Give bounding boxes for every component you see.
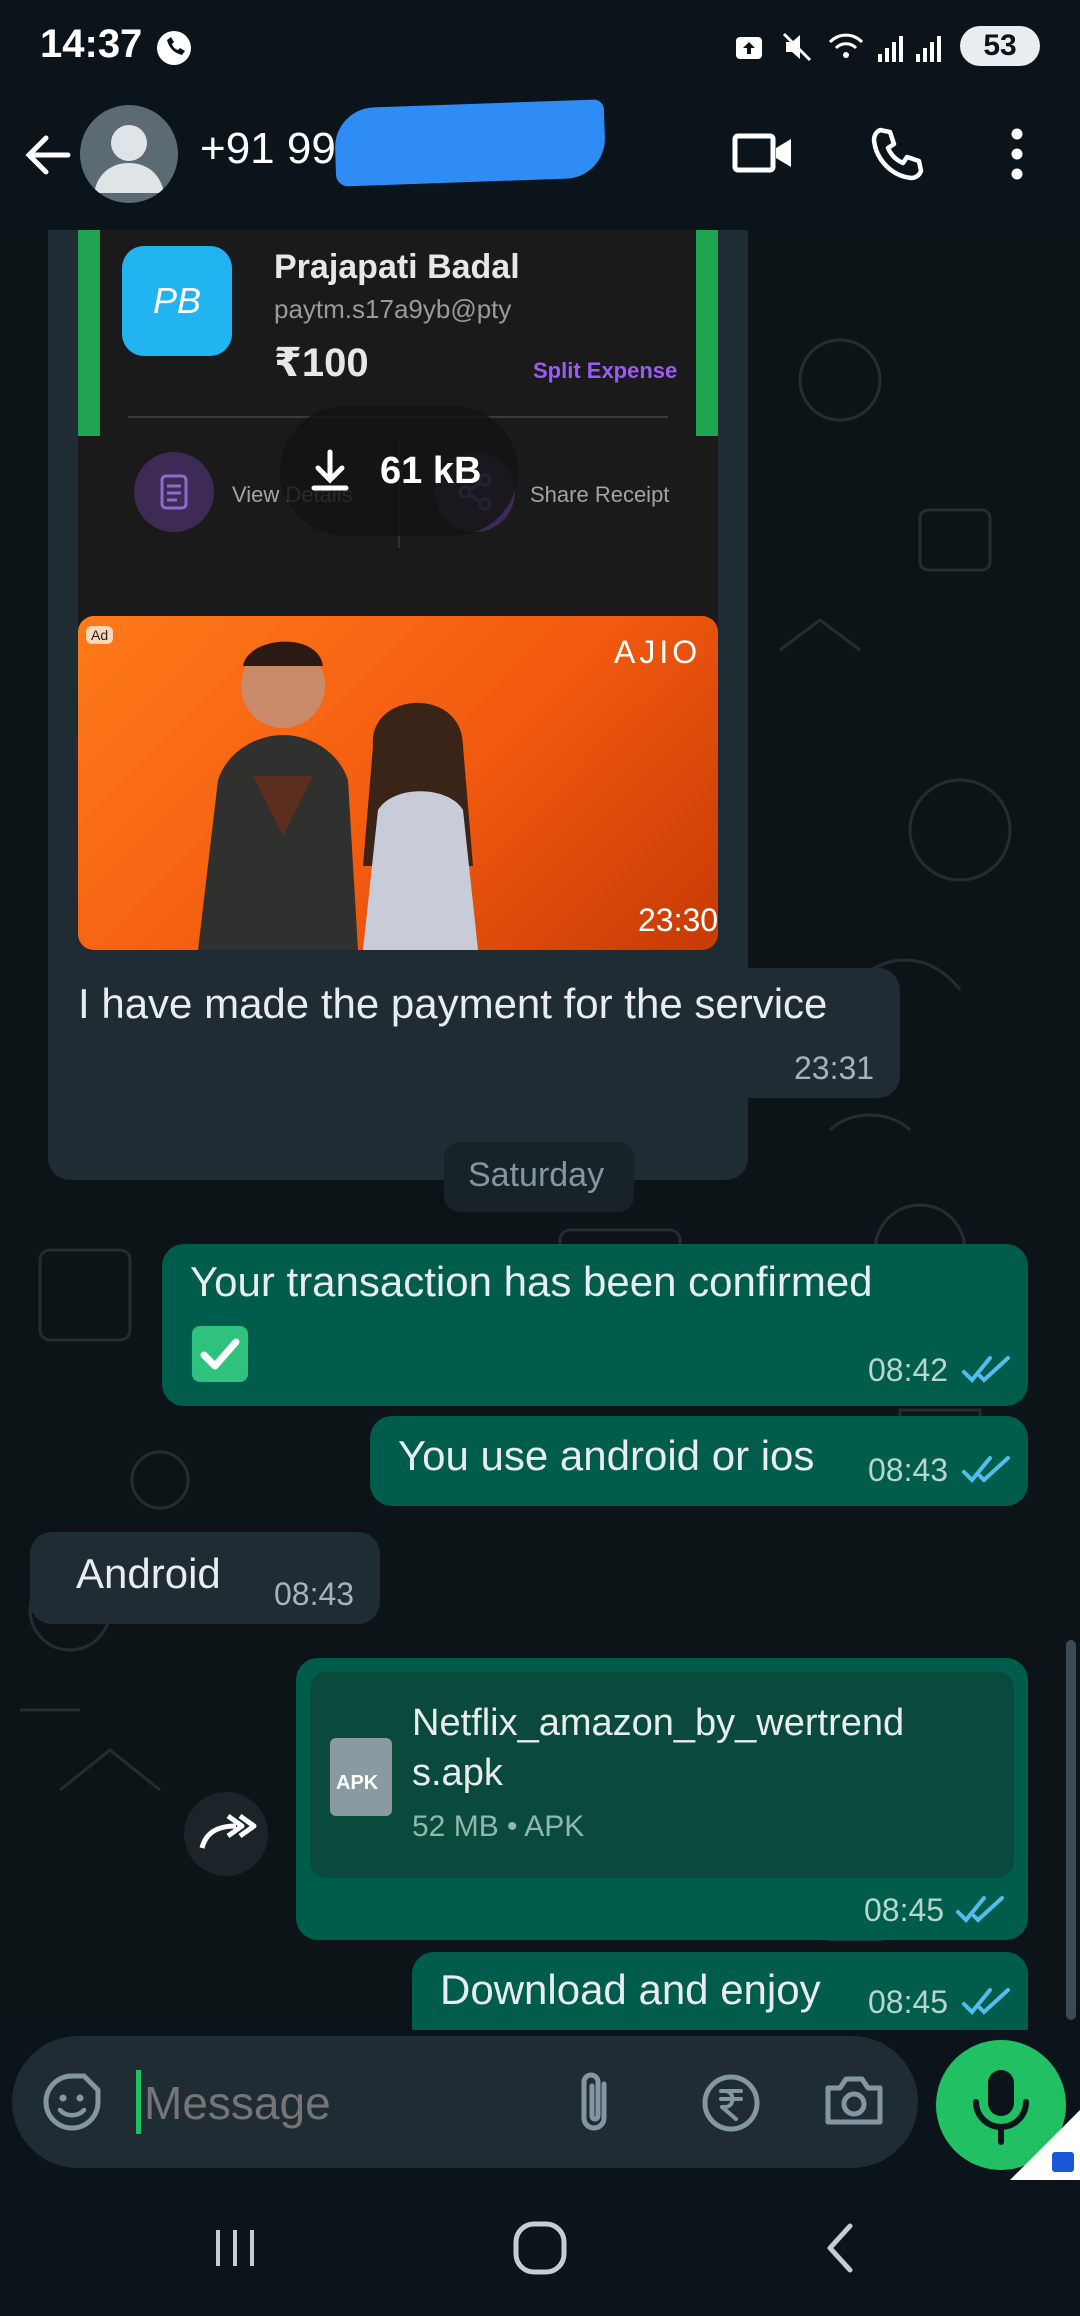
payment-amount: ₹100 [274, 341, 369, 385]
outgoing-message-bubble[interactable]: You use android or ios 08:43 [370, 1416, 1028, 1506]
message-time: 08:45 [864, 1892, 945, 1928]
ad-message-time: 23:30 [638, 902, 718, 938]
page-corner-badge [1010, 2110, 1080, 2180]
redaction-mark [333, 99, 607, 187]
view-details-icon [134, 452, 214, 532]
payee-upi-id: paytm.s17a9yb@pty [274, 294, 512, 324]
outgoing-message-bubble[interactable]: Your transaction has been confirmed 08:4… [162, 1244, 1028, 1406]
attach-icon[interactable] [574, 2068, 618, 2136]
message-time: 23:31 [794, 1050, 875, 1086]
message-time: 08:45 [868, 1984, 949, 2020]
battery-indicator: 53 [960, 26, 1040, 66]
message-text: I have made the payment for the service [78, 980, 828, 1027]
check-mark-emoji [192, 1326, 248, 1382]
message-text: You use android or ios [398, 1432, 815, 1479]
video-call-icon[interactable] [732, 128, 794, 178]
file-name-line1: Netflix_amazon_by_wertrend [412, 1702, 905, 1744]
file-attachment[interactable]: APK Netflix_amazon_by_wertrend s.apk 52 … [310, 1672, 1014, 1878]
receipt-accent-left [78, 230, 100, 436]
forward-button[interactable] [184, 1792, 268, 1876]
call-status-icon [157, 31, 191, 65]
ad-people-illustration [198, 641, 478, 950]
date-label: Saturday [468, 1156, 605, 1194]
read-ticks-icon [962, 1356, 1010, 1383]
message-time: 08:43 [274, 1576, 355, 1612]
chat-area: PB Prajapati Badal paytm.s17a9yb@pty ₹10… [0, 230, 1080, 2030]
more-vert-icon[interactable] [1002, 126, 1032, 182]
system-back-icon[interactable] [820, 2220, 860, 2276]
voice-call-icon[interactable] [868, 124, 928, 184]
read-ticks-icon [956, 1896, 1004, 1923]
forward-icon [199, 1813, 257, 1849]
text-cursor [136, 2070, 141, 2134]
read-ticks-icon [962, 1988, 1010, 2015]
receipt-accent-right [696, 230, 718, 436]
date-chip: Saturday [444, 1142, 634, 1212]
message-time: 08:42 [868, 1352, 949, 1388]
download-pill[interactable]: 61 kB [280, 406, 518, 536]
status-bar: 14:37 53 [0, 0, 1080, 95]
read-ticks-icon [962, 1456, 1010, 1483]
camera-icon[interactable] [822, 2072, 886, 2128]
apk-file-icon-label: APK [336, 1772, 379, 1794]
share-receipt-label: Share Receipt [530, 482, 670, 507]
mute-icon [782, 32, 812, 62]
back-arrow-icon[interactable] [20, 128, 74, 182]
file-name-line2: s.apk [412, 1752, 503, 1794]
signal-icons [828, 33, 941, 62]
payee-name: Prajapati Badal [274, 248, 520, 286]
incoming-message-bubble[interactable]: I have made the payment for the service … [48, 968, 900, 1098]
message-time: 08:43 [868, 1452, 949, 1488]
sticker-icon[interactable] [42, 2072, 102, 2132]
message-input[interactable] [142, 2064, 566, 2142]
battery-level: 53 [983, 29, 1017, 62]
ad-image[interactable]: Ad AJIO 23:30 [78, 616, 718, 950]
avatar[interactable] [80, 105, 178, 203]
download-size: 61 kB [380, 450, 482, 492]
payee-initials-badge: PB [122, 246, 232, 356]
download-icon [311, 449, 349, 491]
home-icon[interactable] [512, 2220, 568, 2276]
person-icon [94, 125, 164, 193]
message-text: Download and enjoy [440, 1966, 821, 2013]
payment-rupee-icon[interactable] [700, 2072, 762, 2134]
message-input-bar [12, 2036, 918, 2168]
message-text: Your transaction has been confirmed [190, 1258, 873, 1305]
ad-badge: Ad [86, 626, 114, 644]
file-meta: 52 MB • APK [412, 1810, 585, 1843]
incoming-message-bubble[interactable]: Android 08:43 [30, 1532, 380, 1624]
scrollbar[interactable] [1066, 1640, 1076, 2020]
message-text: Android [76, 1550, 221, 1597]
upload-notification-icon [736, 37, 762, 59]
outgoing-message-bubble[interactable]: Download and enjoy 08:45 [412, 1952, 1028, 2030]
split-expense-link: Split Expense [533, 358, 678, 383]
recents-icon[interactable] [210, 2226, 260, 2270]
ad-brand: AJIO [614, 634, 702, 670]
status-time: 14:37 [40, 22, 143, 66]
system-nav-bar [0, 2180, 1080, 2316]
apk-file-icon: APK [330, 1738, 392, 1816]
outgoing-file-bubble[interactable]: APK Netflix_amazon_by_wertrend s.apk 52 … [296, 1658, 1028, 1940]
